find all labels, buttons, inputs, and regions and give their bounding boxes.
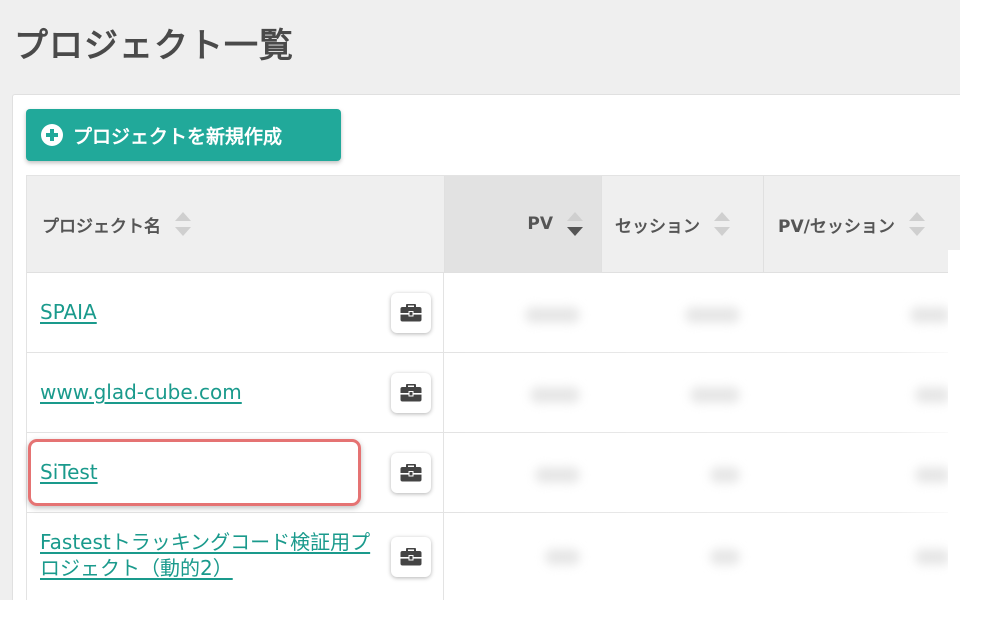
blurred-value xyxy=(915,387,950,403)
project-name-cell: SPAIA xyxy=(27,273,444,352)
table-header: プロジェクト名 PV セッション PV/セッション xyxy=(27,176,960,273)
column-header-pv[interactable]: PV xyxy=(445,176,602,273)
column-header-project-name[interactable]: プロジェクト名 xyxy=(27,176,445,273)
sort-arrows-icon[interactable] xyxy=(714,210,730,238)
column-label: プロジェクト名 xyxy=(42,216,161,237)
briefcase-icon xyxy=(400,548,422,566)
project-name-cell: Fastestトラッキングコード検証用プロジェクト（動的2） xyxy=(27,513,444,600)
blurred-value xyxy=(545,549,580,565)
project-link[interactable]: SPAIA xyxy=(40,299,97,325)
project-name-cell: www.glad-cube.com xyxy=(27,353,444,432)
project-settings-button[interactable] xyxy=(391,453,431,493)
highlight-annotation xyxy=(28,439,361,506)
blurred-value xyxy=(710,549,740,565)
blurred-value xyxy=(690,387,740,403)
project-link[interactable]: www.glad-cube.com xyxy=(40,379,242,405)
column-label: PV xyxy=(527,214,553,234)
briefcase-icon xyxy=(400,304,422,322)
briefcase-icon xyxy=(400,464,422,482)
column-header-pv-per-session[interactable]: PV/セッション xyxy=(764,176,960,273)
blurred-value xyxy=(915,549,950,565)
right-edge-fade xyxy=(948,250,990,629)
briefcase-icon xyxy=(400,384,422,402)
project-settings-button[interactable] xyxy=(391,373,431,413)
project-table: プロジェクト名 PV セッション PV/セッション SPAIA www.glad… xyxy=(26,175,960,600)
sort-arrows-icon[interactable] xyxy=(567,210,583,238)
column-header-sessions[interactable]: セッション xyxy=(602,176,764,273)
blurred-value xyxy=(530,387,580,403)
blurred-value xyxy=(710,467,740,483)
blurred-value xyxy=(535,467,580,483)
column-label: PV/セッション xyxy=(778,216,895,237)
create-project-label: プロジェクトを新規作成 xyxy=(73,125,283,148)
blurred-value xyxy=(915,467,950,483)
project-settings-button[interactable] xyxy=(391,293,431,333)
project-settings-button[interactable] xyxy=(391,537,431,577)
sort-arrows-icon[interactable] xyxy=(175,210,191,238)
sort-arrows-icon[interactable] xyxy=(908,210,925,238)
page-title: プロジェクト一覧 xyxy=(14,26,294,66)
blurred-value xyxy=(525,307,580,323)
project-list-panel: プロジェクトを新規作成 プロジェクト名 PV セッション PV/セッション SP… xyxy=(12,94,960,600)
project-link[interactable]: Fastestトラッキングコード検証用プロジェクト（動的2） xyxy=(40,529,380,581)
column-label: セッション xyxy=(615,216,700,237)
blurred-value xyxy=(685,307,740,323)
blurred-value xyxy=(910,307,950,323)
plus-circle-icon xyxy=(41,124,63,146)
blurred-metrics-area xyxy=(445,273,960,600)
create-project-button[interactable]: プロジェクトを新規作成 xyxy=(26,109,341,161)
